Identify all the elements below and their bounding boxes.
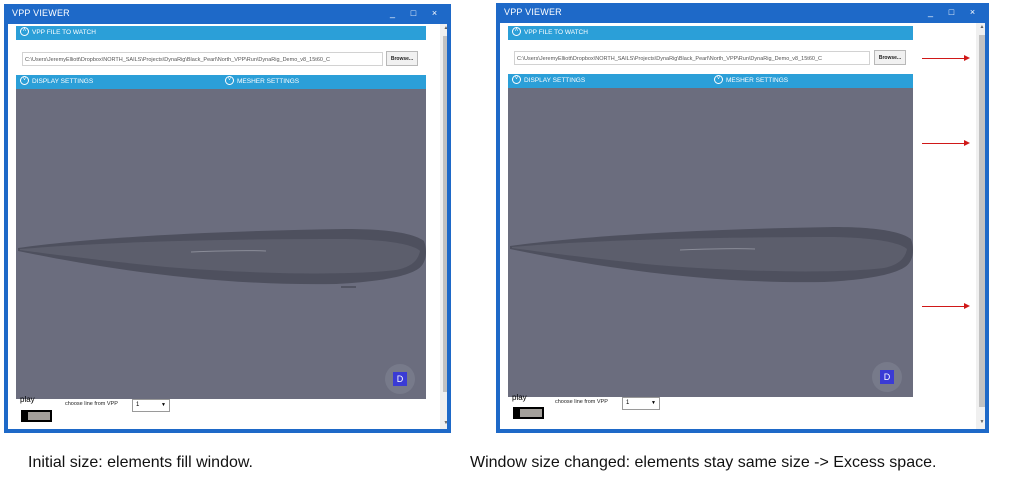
window-title: VPP VIEWER (12, 8, 70, 18)
chevron-up-icon[interactable]: ˄ (512, 26, 521, 36)
dropdown-caret-icon: ▼ (161, 402, 166, 408)
settings-bar: ˅ DISPLAY SETTINGS ˅ MESHER SETTINGS (508, 74, 913, 88)
line-select-value: 1 (626, 400, 630, 406)
line-label: choose line from VPP (555, 399, 608, 405)
hull-shape (510, 227, 913, 283)
window-title: VPP VIEWER (504, 7, 562, 17)
settings-bar: ˅ DISPLAY SETTINGS ˅ MESHER SETTINGS (16, 75, 426, 89)
display-settings-label[interactable]: DISPLAY SETTINGS (524, 77, 585, 84)
chevron-down-icon[interactable]: ˅ (714, 74, 723, 84)
scroll-up-arrow-icon[interactable]: ▲ (976, 24, 985, 30)
d-logo-icon[interactable]: D (385, 364, 415, 394)
window-client-area: ˄ VPP FILE TO WATCH C:\Users\JeremyElliot… (8, 24, 447, 429)
title-bar[interactable]: VPP VIEWER _ □ × (4, 4, 451, 23)
caption-window-resized: Window size changed: elements stay same … (470, 454, 937, 471)
chevron-up-icon[interactable]: ˄ (20, 26, 29, 36)
d-logo-icon[interactable]: D (872, 362, 902, 392)
browse-button[interactable]: Browse... (386, 51, 418, 66)
logo-letter: D (880, 370, 894, 384)
play-toggle[interactable] (513, 407, 544, 419)
play-toggle[interactable] (21, 410, 52, 422)
vpp-file-header[interactable]: ˄ VPP FILE TO WATCH (508, 26, 913, 40)
toggle-knob (515, 409, 520, 417)
logo-letter: D (393, 372, 407, 386)
window-client-area: ˄ VPP FILE TO WATCH C:\Users\JeremyElliot… (500, 23, 985, 429)
vpp-file-header-label: VPP FILE TO WATCH (32, 29, 96, 36)
chevron-down-icon[interactable]: ˅ (20, 75, 29, 85)
vpp-file-path-field[interactable]: C:\Users\JeremyElliott\Dropbox\NORTH_SAI… (514, 51, 870, 65)
minimize-button[interactable]: _ (920, 3, 941, 22)
excess-space-arrow-middle (922, 140, 970, 146)
maximize-button[interactable]: □ (941, 3, 962, 22)
vpp-file-header[interactable]: ˄ VPP FILE TO WATCH (16, 26, 426, 40)
vpp-viewer-window-initial: VPP VIEWER _ □ × ˄ VPP FILE TO WATCH C:\U… (4, 4, 451, 433)
scroll-up-arrow-icon[interactable]: ▲ (440, 25, 447, 31)
scrollbar-thumb[interactable] (443, 36, 447, 392)
minimize-button[interactable]: _ (382, 4, 403, 23)
line-select-value: 1 (136, 402, 140, 408)
vertical-scrollbar[interactable]: ▲ ▼ (976, 23, 985, 429)
title-bar[interactable]: VPP VIEWER _ □ × (496, 3, 989, 22)
line-select[interactable]: 1 ▼ (622, 397, 660, 410)
chevron-down-icon[interactable]: ˅ (512, 74, 521, 84)
hull-shape (18, 229, 426, 288)
vertical-scrollbar[interactable]: ▲ ▼ (440, 24, 447, 429)
scroll-down-arrow-icon[interactable]: ▼ (440, 420, 447, 426)
maximize-button[interactable]: □ (403, 4, 424, 23)
caption-initial-size: Initial size: elements fill window. (28, 454, 253, 471)
browse-button[interactable]: Browse... (874, 50, 906, 65)
3d-viewport[interactable]: D (508, 88, 913, 397)
scrollbar-thumb[interactable] (979, 35, 985, 407)
vpp-viewer-window-resized: VPP VIEWER _ □ × ˄ VPP FILE TO WATCH C:\U… (496, 3, 989, 433)
vpp-file-header-label: VPP FILE TO WATCH (524, 29, 588, 36)
display-settings-label[interactable]: DISPLAY SETTINGS (32, 78, 93, 85)
play-label: play (20, 395, 35, 404)
scroll-down-arrow-icon[interactable]: ▼ (976, 419, 985, 425)
chevron-down-icon[interactable]: ˅ (225, 75, 234, 85)
close-button[interactable]: × (424, 4, 445, 23)
file-row: C:\Users\JeremyElliott\Dropbox\NORTH_SAI… (508, 47, 913, 69)
vpp-file-path-field[interactable]: C:\Users\JeremyElliott\Dropbox\NORTH_SAI… (22, 52, 383, 66)
excess-space-arrow-bottom (922, 303, 970, 309)
file-row: C:\Users\JeremyElliott\Dropbox\NORTH_SAI… (16, 48, 426, 70)
3d-viewport[interactable]: D (16, 89, 426, 399)
excess-space-arrow-top (922, 55, 970, 61)
play-label: play (512, 393, 527, 402)
dropdown-caret-icon: ▼ (651, 400, 656, 406)
line-label: choose line from VPP (65, 401, 118, 407)
mesher-settings-label[interactable]: MESHER SETTINGS (237, 78, 299, 85)
mesher-settings-label[interactable]: MESHER SETTINGS (726, 77, 788, 84)
close-button[interactable]: × (962, 3, 983, 22)
toggle-knob (23, 412, 28, 420)
line-select[interactable]: 1 ▼ (132, 399, 170, 412)
